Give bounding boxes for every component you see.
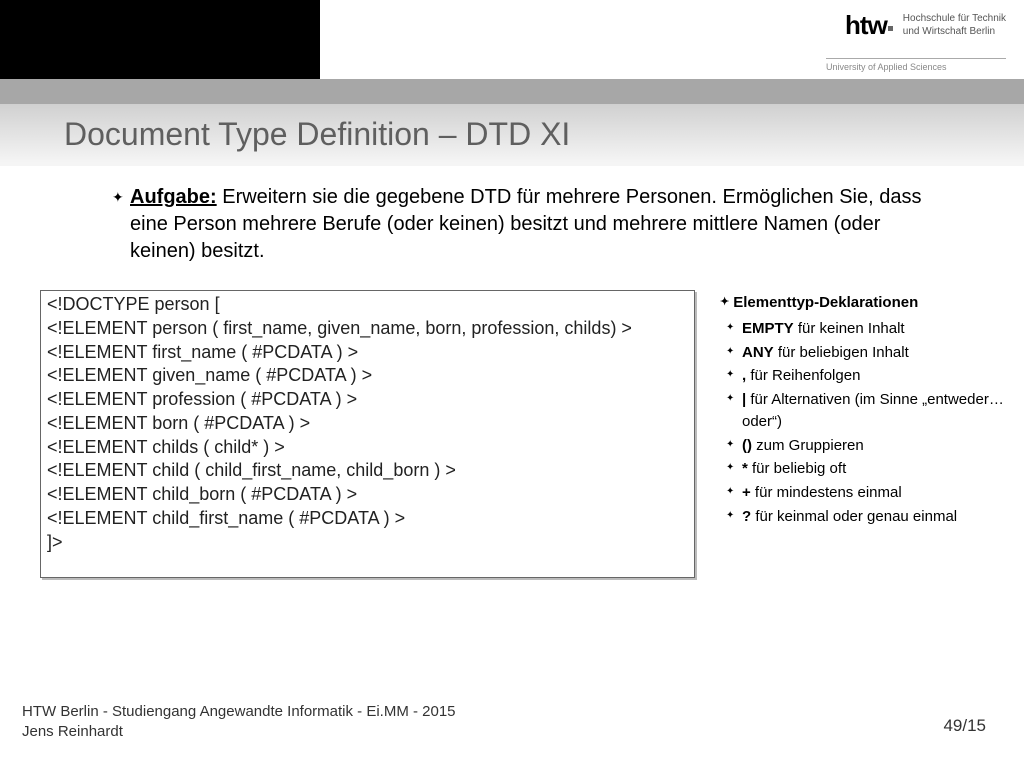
declarations-heading: ✦Elementtyp-Deklarationen — [720, 292, 1010, 314]
top-black-band — [0, 0, 320, 79]
decl-item: * für beliebig oft — [742, 458, 1010, 480]
slide-page: htw Hochschule für Technik und Wirtschaf… — [0, 0, 1024, 768]
code-line: <!ELEMENT person ( first_name, given_nam… — [47, 317, 688, 341]
logo-text: Hochschule für Technik und Wirtschaft Be… — [903, 10, 1006, 38]
code-line: <!ELEMENT first_name ( #PCDATA ) > — [47, 341, 688, 365]
logo-line1: Hochschule für Technik — [903, 12, 1006, 25]
decl-item: , für Reihenfolgen — [742, 365, 1010, 387]
code-line: <!ELEMENT child ( child_first_name, chil… — [47, 459, 688, 483]
task-paragraph: ✦ Aufgabe: Erweitern sie die gegebene DT… — [130, 184, 950, 265]
page-number: 49/15 — [943, 716, 986, 736]
logo: htw Hochschule für Technik und Wirtschaf… — [845, 10, 1006, 41]
task-body: Erweitern sie die gegebene DTD für mehre… — [130, 186, 921, 262]
decl-item: | für Alternativen (im Sinne „entweder…o… — [742, 389, 1010, 433]
decl-item: () zum Gruppieren — [742, 435, 1010, 457]
footer-line2: Jens Reinhardt — [22, 722, 456, 742]
logo-divider — [826, 58, 1006, 59]
code-line: <!ELEMENT profession ( #PCDATA ) > — [47, 388, 688, 412]
declarations-list: EMPTY für keinen Inhalt ANY für beliebig… — [720, 318, 1010, 528]
logo-line2: und Wirtschaft Berlin — [903, 25, 1006, 38]
code-line: <!DOCTYPE person [ — [47, 293, 688, 317]
bullet-icon: ✦ — [112, 188, 124, 207]
logo-subtitle: University of Applied Sciences — [826, 62, 1006, 72]
code-line: ]> — [47, 531, 688, 555]
decl-item: ? für keinmal oder genau einmal — [742, 506, 1010, 528]
title-area: Document Type Definition – DTD XI — [0, 104, 1024, 166]
bullet-icon: ✦ — [720, 296, 729, 308]
dtd-code-box: <!DOCTYPE person [ <!ELEMENT person ( fi… — [40, 290, 695, 578]
code-line: <!ELEMENT given_name ( #PCDATA ) > — [47, 364, 688, 388]
code-line: <!ELEMENT childs ( child* ) > — [47, 436, 688, 460]
declarations-block: ✦Elementtyp-Deklarationen EMPTY für kein… — [720, 292, 1010, 530]
decl-item: + für mindestens einmal — [742, 482, 1010, 504]
footer-line1: HTW Berlin - Studiengang Angewandte Info… — [22, 702, 456, 722]
code-line: <!ELEMENT born ( #PCDATA ) > — [47, 412, 688, 436]
decl-item: ANY für beliebigen Inhalt — [742, 342, 1010, 364]
task-label: Aufgabe: — [130, 186, 217, 208]
logo-mark: htw — [845, 10, 893, 41]
page-title: Document Type Definition – DTD XI — [64, 116, 570, 153]
code-line: <!ELEMENT child_born ( #PCDATA ) > — [47, 483, 688, 507]
footer-left: HTW Berlin - Studiengang Angewandte Info… — [22, 702, 456, 743]
logo-dot-icon — [888, 26, 893, 31]
code-line: <!ELEMENT child_first_name ( #PCDATA ) > — [47, 507, 688, 531]
decl-item: EMPTY für keinen Inhalt — [742, 318, 1010, 340]
